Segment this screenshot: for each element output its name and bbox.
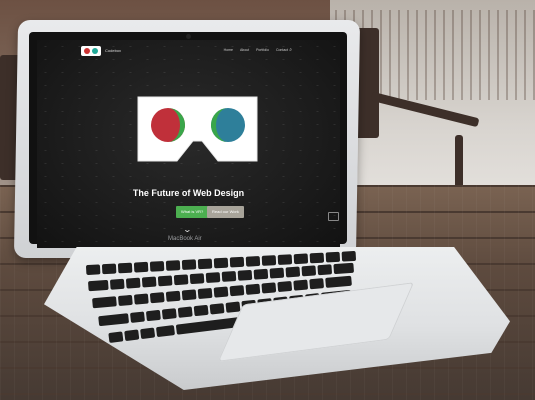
key[interactable]	[293, 279, 309, 291]
key[interactable]	[209, 303, 225, 315]
nav-link-home[interactable]: Home	[224, 48, 233, 52]
laptop-screen: Codebox Home About Portfolio Contact ⌕ T…	[37, 40, 340, 248]
key[interactable]	[101, 263, 117, 275]
key[interactable]	[189, 273, 205, 285]
site-navbar: Codebox Home About Portfolio Contact ⌕	[37, 40, 340, 62]
key[interactable]	[149, 260, 165, 272]
key[interactable]	[87, 279, 109, 292]
key[interactable]	[133, 261, 149, 273]
key[interactable]	[141, 276, 157, 288]
key[interactable]	[145, 309, 161, 322]
key[interactable]	[181, 289, 197, 301]
key[interactable]	[261, 282, 277, 294]
hero-title: The Future of Web Design	[132, 188, 245, 198]
chevron-down-icon[interactable]: ⌄	[183, 225, 192, 234]
key[interactable]	[277, 280, 293, 293]
chair-leg	[455, 135, 463, 190]
key[interactable]	[253, 268, 269, 280]
key[interactable]	[333, 262, 355, 275]
key[interactable]	[237, 269, 253, 281]
site-name[interactable]: Codebox	[105, 48, 121, 53]
key[interactable]	[277, 254, 293, 266]
key[interactable]	[165, 260, 181, 271]
key[interactable]	[245, 255, 261, 267]
chat-icon[interactable]	[328, 212, 339, 221]
key[interactable]	[165, 290, 181, 302]
key[interactable]	[309, 252, 325, 264]
nav-links: Home About Portfolio Contact	[224, 48, 288, 52]
key[interactable]	[125, 277, 141, 289]
key[interactable]	[129, 311, 145, 323]
key[interactable]	[269, 267, 285, 279]
key[interactable]	[177, 306, 193, 318]
key[interactable]	[149, 292, 165, 304]
key[interactable]	[193, 304, 209, 317]
key[interactable]	[309, 278, 325, 290]
key[interactable]	[285, 266, 301, 278]
key[interactable]	[85, 264, 101, 276]
camera-icon	[186, 34, 191, 39]
key[interactable]	[197, 258, 213, 270]
key[interactable]	[325, 251, 341, 263]
key[interactable]	[117, 262, 133, 274]
key[interactable]	[133, 293, 149, 305]
photo-scene: Codebox Home About Portfolio Contact ⌕ T…	[0, 0, 535, 400]
site-logo-icon[interactable]	[81, 46, 101, 56]
nav-link-contact[interactable]: Contact	[276, 48, 288, 52]
key[interactable]	[117, 294, 133, 307]
model-label: MacBook Air	[168, 236, 202, 242]
key[interactable]	[301, 265, 317, 277]
nav-link-portfolio[interactable]: Portfolio	[256, 48, 269, 52]
key[interactable]	[229, 256, 245, 268]
key[interactable]	[140, 327, 156, 340]
key[interactable]	[157, 275, 173, 287]
key[interactable]	[213, 286, 229, 298]
vr-logo-icon	[137, 96, 258, 162]
key[interactable]	[225, 301, 241, 313]
key[interactable]	[161, 308, 177, 320]
key[interactable]	[108, 331, 124, 344]
read-our-work-button[interactable]: Read our Work	[207, 206, 244, 218]
key[interactable]	[213, 257, 229, 269]
key[interactable]	[229, 285, 245, 297]
key[interactable]	[245, 283, 261, 295]
key[interactable]	[197, 287, 213, 300]
key[interactable]	[205, 272, 221, 284]
key[interactable]	[293, 253, 309, 265]
key[interactable]	[173, 274, 189, 286]
key[interactable]	[92, 296, 117, 309]
key[interactable]	[341, 250, 357, 262]
key[interactable]	[261, 255, 277, 266]
what-is-vr-button[interactable]: What is VR?	[176, 206, 209, 218]
key[interactable]	[181, 259, 197, 271]
key[interactable]	[109, 278, 125, 290]
key[interactable]	[221, 270, 237, 282]
key[interactable]	[317, 264, 333, 276]
nav-link-about[interactable]: About	[240, 48, 249, 52]
key[interactable]	[124, 329, 140, 342]
search-icon[interactable]: ⌕	[289, 47, 292, 53]
